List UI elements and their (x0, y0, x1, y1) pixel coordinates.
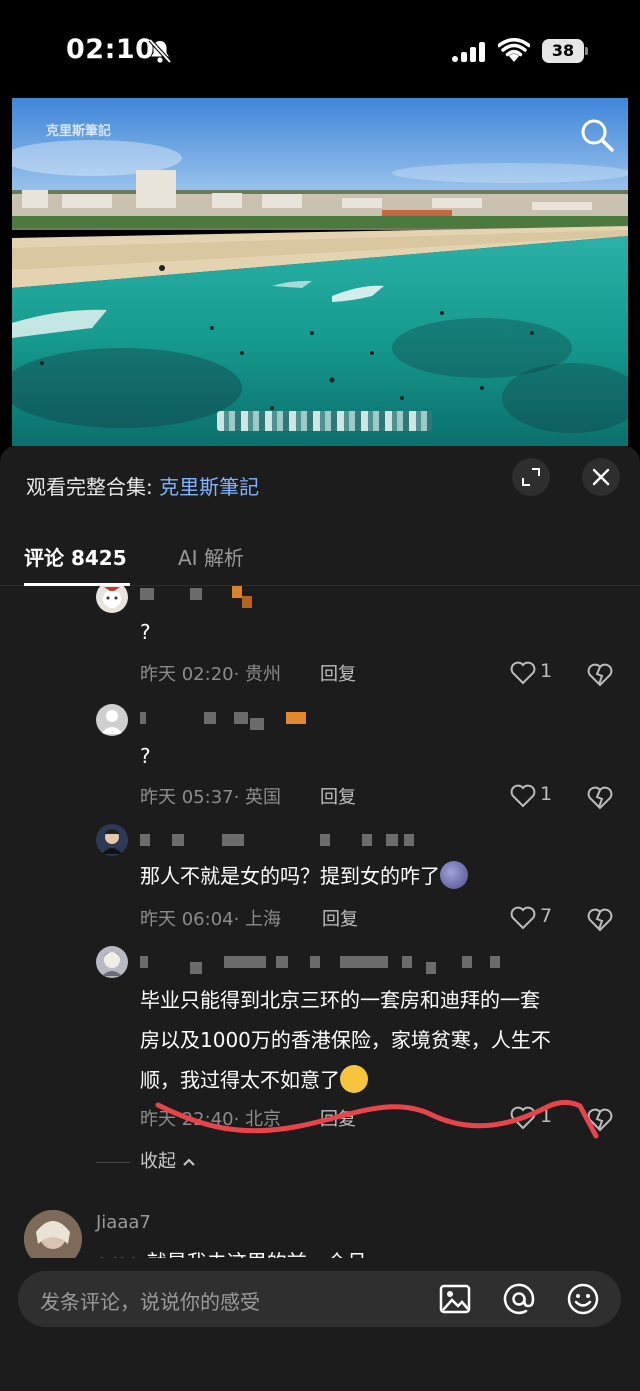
expand-button[interactable] (512, 458, 550, 496)
comment-text: 那人不就是女的吗？提到女的咋了 (140, 856, 468, 896)
comment-meta: 昨天 05:37· 英国 (140, 787, 282, 808)
image-icon[interactable] (438, 1282, 472, 1316)
broken-heart-icon[interactable] (586, 784, 614, 812)
avatar[interactable] (96, 704, 128, 736)
status-bar: 02:10 38 (0, 0, 640, 98)
like-count: 1 (540, 783, 553, 805)
avatar[interactable] (96, 586, 128, 613)
close-button[interactable] (582, 458, 620, 496)
comment-panel: 观看完整合集: 克里斯筆記 评论 8425 AI 解析 ? 昨天 02:20· … (0, 446, 640, 1391)
heart-icon (510, 661, 536, 685)
comment-tabs: 评论 8425 AI 解析 (0, 534, 640, 586)
broken-heart-icon[interactable] (586, 1106, 614, 1134)
collection-row[interactable]: 观看完整合集: 克里斯筆記 (26, 471, 259, 500)
comment-text: ? (140, 620, 151, 644)
comment-text: 毕业只能得到北京三环的一套房和迪拜的一套 (140, 988, 540, 1012)
reply-button[interactable]: 回复 (322, 905, 358, 931)
crying-face-emoji (340, 1064, 368, 1093)
collapse-replies-button[interactable]: 收起 (96, 1147, 196, 1173)
moon-face-emoji (440, 860, 468, 889)
avatar[interactable] (96, 946, 128, 978)
mention-icon[interactable] (502, 1282, 536, 1316)
battery-indicator: 38 (542, 39, 588, 63)
like-count: 1 (540, 660, 553, 682)
battery-level: 38 (542, 39, 584, 63)
input-placeholder: 发条评论，说说你的感受 (40, 1290, 260, 1314)
like-count: 1 (540, 1105, 553, 1127)
bell-muted-icon (148, 38, 172, 64)
collection-prefix: 观看完整合集: (26, 475, 160, 499)
video-player[interactable]: 克里斯筆記 (12, 98, 628, 446)
comment-text: 顺，我过得太不如意了 (140, 1060, 368, 1100)
like-button[interactable]: 1 (510, 659, 560, 687)
comment-list[interactable]: ? 昨天 02:20· 贵州 回复 1 ? 昨天 05:37· 英国 回复 1 … (0, 586, 640, 1258)
cellular-signal-icon (452, 42, 485, 62)
video-frame-beach (12, 98, 628, 446)
reply-button[interactable]: 回复 (320, 660, 356, 686)
close-icon (592, 468, 610, 486)
avatar[interactable] (24, 1210, 82, 1258)
avatar[interactable] (96, 824, 128, 856)
reply-button[interactable]: 回复 (320, 1105, 356, 1131)
comment-text: ? (140, 744, 151, 768)
broken-heart-icon[interactable] (586, 661, 614, 689)
comment-meta: 昨天 06:04· 上海 (140, 909, 282, 930)
like-button[interactable]: 1 (510, 1104, 560, 1132)
comment-text: 房以及1000万的香港保险，家境贫寒，人生不 (140, 1028, 551, 1052)
emoji-icon[interactable] (566, 1282, 600, 1316)
reply-button[interactable]: 回复 (320, 783, 356, 809)
comment-meta: 昨天 02:20· 贵州 (140, 664, 282, 685)
tab-ai-analysis[interactable]: AI 解析 (178, 542, 244, 571)
broken-heart-icon[interactable] (586, 906, 614, 934)
like-button[interactable]: 1 (510, 782, 560, 810)
comment-input-bar: 发条评论，说说你的感受 (0, 1258, 640, 1391)
collection-link[interactable]: 克里斯筆記 (159, 475, 259, 499)
like-button[interactable]: 7 (510, 904, 560, 932)
like-count: 7 (540, 905, 553, 927)
comment-username[interactable]: Jiaaa7 (96, 1212, 151, 1233)
video-watermark: 克里斯筆記 (46, 124, 112, 139)
comment-meta: 昨天 22:40· 北京 (140, 1109, 282, 1130)
video-caption-blurred (217, 411, 432, 431)
comment-text: omg 就是我去这里的前一个月 (96, 1246, 367, 1258)
chevron-up-icon (183, 1158, 195, 1166)
tab-comments[interactable]: 评论 8425 (24, 542, 127, 571)
comment-input[interactable]: 发条评论，说说你的感受 (18, 1271, 621, 1327)
expand-icon (522, 468, 540, 486)
wifi-icon (498, 38, 530, 62)
heart-icon (510, 784, 536, 808)
heart-icon (510, 1106, 536, 1130)
search-icon[interactable] (578, 116, 616, 154)
status-time: 02:10 (66, 34, 155, 65)
heart-icon (510, 906, 536, 930)
